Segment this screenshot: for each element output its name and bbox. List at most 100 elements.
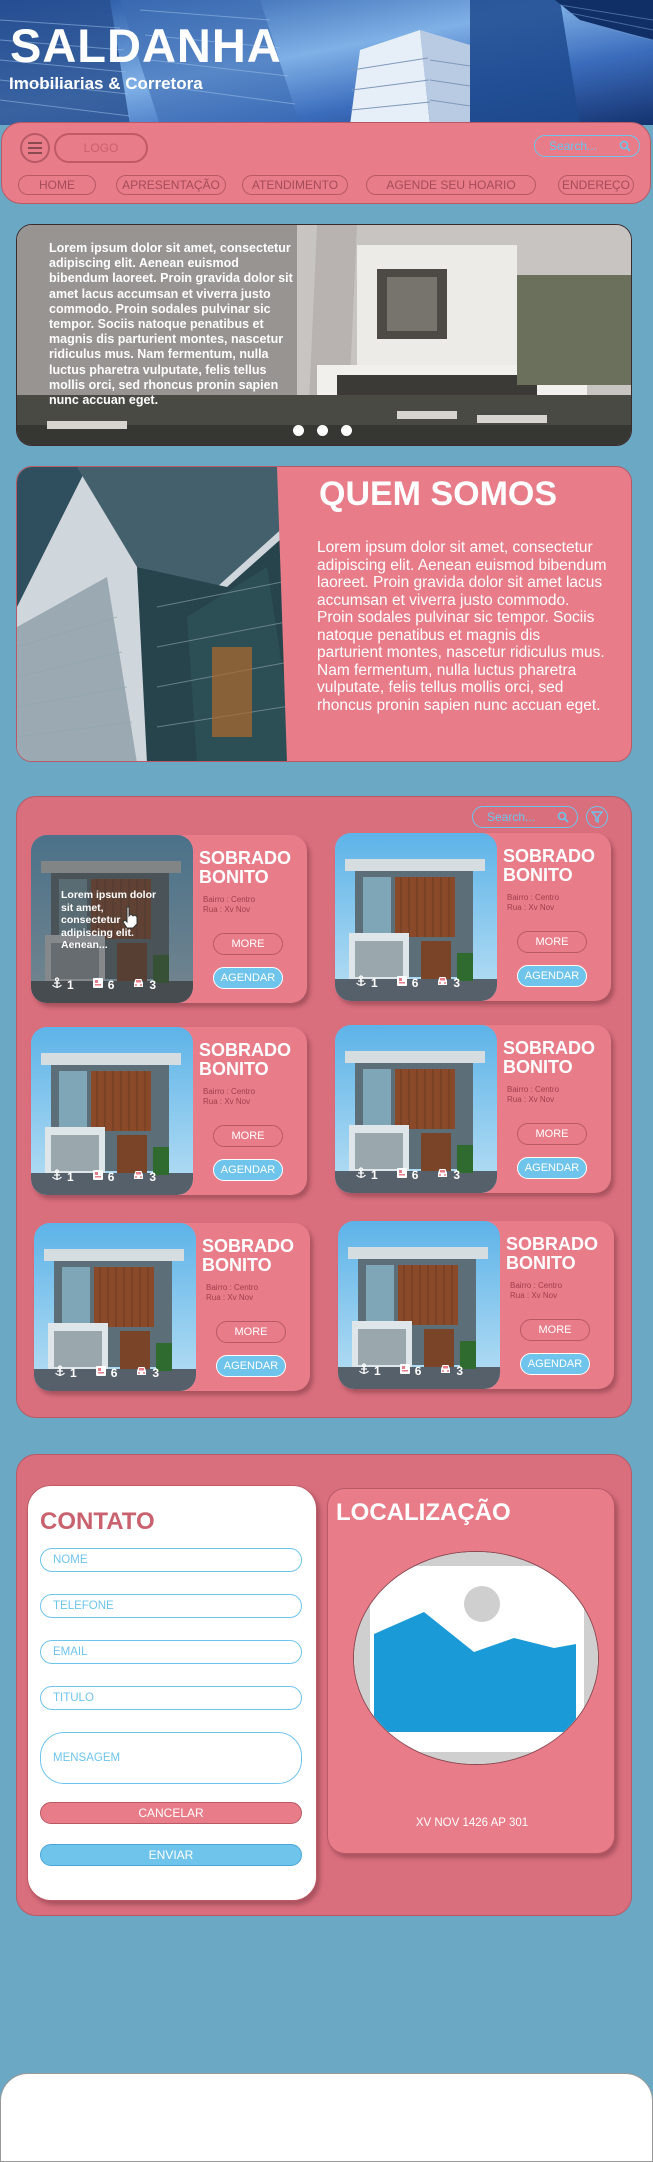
card-rua: Rua : Xv Nov	[203, 904, 251, 914]
card-rua: Rua : Xv Nov	[507, 1094, 555, 1104]
bed-count: 6	[411, 975, 419, 990]
location-panel: LOCALIZAÇÃO XV NOV 1426 AP 301	[327, 1488, 615, 1854]
listings-search-input[interactable]: Search...	[472, 806, 578, 828]
mensagem-field[interactable]: MENSAGEM	[40, 1732, 302, 1784]
car-icon	[436, 1167, 449, 1182]
card-title: SOBRADO BONITO	[199, 848, 292, 887]
site-title: SALDANHA	[10, 19, 282, 72]
card-rua: Rua : Xv Nov	[507, 902, 555, 912]
site-subtitle: Imobiliarias & Corretora	[9, 74, 203, 93]
listings-section: Search... Lorem ipsum dolor sit amet, co…	[16, 796, 632, 1418]
card-address: Bairro : Centro Rua : Xv Nov	[203, 1087, 255, 1106]
card-title: SOBRADO BONITO	[503, 1038, 596, 1077]
card-address: Bairro : Centro Rua : Xv Nov	[507, 1085, 559, 1104]
email-field[interactable]: EMAIL	[40, 1640, 302, 1664]
card-rua: Rua : Xv Nov	[206, 1292, 254, 1302]
card-address: Bairro : Centro Rua : Xv Nov	[507, 893, 559, 912]
hero-text: Lorem ipsum dolor sit amet, consectetur …	[49, 241, 293, 408]
card-bairro: Bairro : Centro	[203, 1087, 256, 1096]
search-icon	[619, 140, 631, 152]
listing-card[interactable]: SOBRADO BONITO Bairro : Centro Rua : Xv No…	[335, 833, 611, 1001]
listing-card[interactable]: SOBRADO BONITO Bairro : Centro Rua : Xv No…	[338, 1221, 614, 1389]
map-placeholder[interactable]	[353, 1551, 599, 1765]
send-button[interactable]: ENVIAR	[40, 1844, 302, 1866]
agendar-button[interactable]: AGENDAR	[517, 965, 587, 987]
skyscrapers-image	[17, 467, 317, 761]
card-bairro: Bairro : Centro	[507, 1085, 560, 1094]
more-button[interactable]: MORE	[517, 931, 587, 953]
bath-count: 1	[70, 1365, 77, 1380]
card-features: 1 6 3	[51, 1169, 168, 1184]
more-button[interactable]: MORE	[213, 933, 283, 955]
cancel-button[interactable]: CANCELAR	[40, 1802, 302, 1824]
agendar-button[interactable]: AGENDAR	[520, 1353, 590, 1375]
bath-icon	[355, 1167, 367, 1182]
bath-icon	[51, 977, 63, 992]
more-button[interactable]: MORE	[520, 1319, 590, 1341]
slider-dots	[293, 425, 352, 436]
listing-card[interactable]: SOBRADO BONITO Bairro : Centro Rua : Xv No…	[31, 1027, 307, 1195]
agendar-button[interactable]: AGENDAR	[213, 1159, 283, 1181]
agendar-button[interactable]: AGENDAR	[517, 1157, 587, 1179]
hamburger-icon	[28, 147, 42, 149]
contact-title: CONTATO	[40, 1508, 155, 1535]
card-bairro: Bairro : Centro	[507, 893, 560, 902]
slider-dot[interactable]	[293, 425, 304, 436]
bed-icon	[399, 1363, 411, 1378]
card-features: 1 6 3	[51, 977, 168, 992]
listing-card[interactable]: SOBRADO BONITO Bairro : Centro Rua : Xv No…	[34, 1223, 310, 1391]
bath-count: 1	[67, 1169, 74, 1184]
nome-field[interactable]: NOME	[40, 1548, 302, 1572]
about-section: QUEM SOMOS Lorem ipsum dolor sit amet, c…	[16, 466, 632, 762]
card-features: 1 6 3	[355, 1167, 472, 1182]
listings-search-placeholder: Search...	[487, 810, 536, 824]
hero-slider[interactable]: Lorem ipsum dolor sit amet, consectetur …	[16, 224, 632, 446]
bath-icon	[54, 1365, 66, 1380]
more-button[interactable]: MORE	[213, 1125, 283, 1147]
logo[interactable]: LOGO	[54, 133, 148, 163]
card-title: SOBRADO BONITO	[199, 1040, 292, 1079]
card-title: SOBRADO BONITO	[506, 1234, 599, 1273]
nav-link-home[interactable]: HOME	[18, 175, 96, 195]
more-button[interactable]: MORE	[216, 1321, 286, 1343]
filter-icon	[591, 811, 603, 823]
nav-search-input[interactable]: Search...	[534, 135, 640, 157]
slider-dot[interactable]	[317, 425, 328, 436]
card-rua: Rua : Xv Nov	[510, 1290, 558, 1300]
bed-icon	[396, 1167, 408, 1182]
car-count: 3	[456, 1363, 464, 1378]
listing-card[interactable]: Lorem ipsum dolor sit amet, consectetur …	[31, 835, 307, 1003]
header-banner: SALDANHA Imobiliarias & Corretora	[0, 0, 653, 125]
bath-icon	[51, 1169, 63, 1184]
titulo-field[interactable]: TITULO	[40, 1686, 302, 1710]
slider-dot[interactable]	[341, 425, 352, 436]
nav-links: HOME APRESENTAÇÃO ATENDIMENTO AGENDE SEU…	[16, 175, 636, 197]
card-features: 1 6 3	[54, 1365, 171, 1380]
card-hover-text: Lorem ipsum dolor sit amet, consectetur …	[61, 889, 157, 951]
nav-link-apresentacao[interactable]: APRESENTAÇÃO	[116, 175, 226, 195]
nav-link-agende[interactable]: AGENDE SEU HOARIO	[366, 175, 536, 195]
more-button[interactable]: MORE	[517, 1123, 587, 1145]
bed-icon	[92, 977, 104, 992]
bath-count: 1	[371, 1167, 378, 1182]
location-address: XV NOV 1426 AP 301	[415, 1817, 529, 1829]
telefone-field[interactable]: TELEFONE	[40, 1594, 302, 1618]
hamburger-menu-button[interactable]	[20, 133, 50, 163]
card-rua: Rua : Xv Nov	[203, 1096, 251, 1106]
bed-count: 6	[414, 1363, 422, 1378]
search-icon	[557, 811, 569, 823]
bath-count: 1	[374, 1363, 381, 1378]
filter-button[interactable]	[586, 806, 608, 828]
agendar-button[interactable]: AGENDAR	[213, 967, 283, 989]
bath-count: 1	[371, 975, 378, 990]
bed-count: 6	[107, 977, 115, 992]
agendar-button[interactable]: AGENDAR	[216, 1355, 286, 1377]
card-title: SOBRADO BONITO	[202, 1236, 295, 1275]
nav-link-atendimento[interactable]: ATENDIMENTO	[242, 175, 348, 195]
bed-count: 6	[411, 1167, 419, 1182]
nav-link-endereco[interactable]: ENDEREÇO	[558, 175, 634, 195]
nav-bar: LOGO Search... HOME APRESENTAÇÃO ATENDIM…	[1, 122, 651, 204]
listing-card[interactable]: SOBRADO BONITO Bairro : Centro Rua : Xv No…	[335, 1025, 611, 1193]
bed-icon	[95, 1365, 107, 1380]
bath-count: 1	[67, 977, 74, 992]
